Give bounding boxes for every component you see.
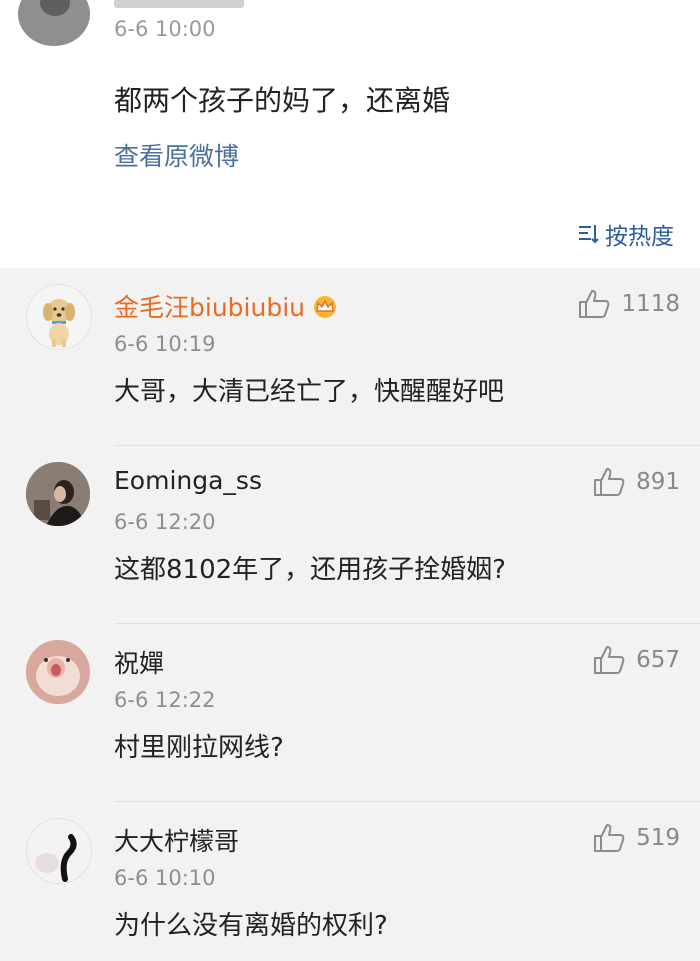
comment-author-name[interactable]: 祝嬋 <box>114 644 164 680</box>
comment-author-name[interactable]: 金毛汪biubiubiu <box>114 288 339 324</box>
thumbs-up-icon <box>594 468 625 496</box>
comment-time: 6-6 10:19 <box>114 332 216 356</box>
like-count: 891 <box>636 469 680 495</box>
comment-item: 金毛汪biubiubiu 6-6 10:19 大哥，大清已经亡了，快醒醒好吧 1… <box>0 268 700 446</box>
comment-text: 村里刚拉网线? <box>114 733 284 763</box>
thumbs-up-icon <box>579 290 610 318</box>
like-count: 519 <box>636 825 680 851</box>
comment-time: 6-6 10:10 <box>114 866 216 890</box>
sort-icon <box>579 225 599 244</box>
comment-author-name[interactable]: Eominga_ss <box>114 466 262 495</box>
comment-item: 大大柠檬哥 6-6 10:10 为什么没有离婚的权利? 519 <box>0 802 700 961</box>
comment-time: 6-6 12:20 <box>114 510 216 534</box>
comment-text: 大哥，大清已经亡了，快醒醒好吧 <box>114 377 505 407</box>
post-text: 都两个孩子的妈了，还离婚 <box>114 84 451 117</box>
post-author-name-cropped <box>114 0 244 8</box>
original-post: 6-6 10:00 都两个孩子的妈了，还离婚 查看原微博 按热度 <box>0 0 700 268</box>
comment-text: 这都8102年了，还用孩子拴婚姻? <box>114 555 506 585</box>
post-time: 6-6 10:00 <box>114 17 216 41</box>
like-button[interactable]: 891 <box>592 466 680 498</box>
like-count: 1118 <box>621 291 680 317</box>
view-original-link[interactable]: 查看原微博 <box>114 137 239 173</box>
author-name-text: 金毛汪biubiubiu <box>114 293 305 322</box>
thumbs-up-icon <box>594 824 625 852</box>
sort-by-hot-button[interactable]: 按热度 <box>577 217 674 251</box>
comment-item: Eominga_ss 6-6 12:20 这都8102年了，还用孩子拴婚姻? 8… <box>0 446 700 624</box>
post-author-avatar[interactable] <box>18 0 90 46</box>
comment-list: 金毛汪biubiubiu 6-6 10:19 大哥，大清已经亡了，快醒醒好吧 1… <box>0 268 700 961</box>
vip-crown-icon <box>313 296 336 318</box>
woman-photo-avatar[interactable] <box>26 462 90 526</box>
like-button[interactable]: 657 <box>592 644 680 676</box>
hamster-avatar[interactable] <box>26 640 90 704</box>
like-count: 657 <box>636 647 680 673</box>
comment-time: 6-6 12:22 <box>114 688 216 712</box>
like-button[interactable]: 519 <box>592 822 680 854</box>
like-button[interactable]: 1118 <box>577 288 680 320</box>
thumbs-up-icon <box>594 646 625 674</box>
comment-author-name[interactable]: 大大柠檬哥 <box>114 822 239 858</box>
cat-tail-avatar[interactable] <box>26 818 92 884</box>
sort-label: 按热度 <box>605 224 674 250</box>
golden-retriever-avatar[interactable] <box>26 284 92 350</box>
comment-item: 祝嬋 6-6 12:22 村里刚拉网线? 657 <box>0 624 700 802</box>
comment-text: 为什么没有离婚的权利? <box>114 911 388 941</box>
